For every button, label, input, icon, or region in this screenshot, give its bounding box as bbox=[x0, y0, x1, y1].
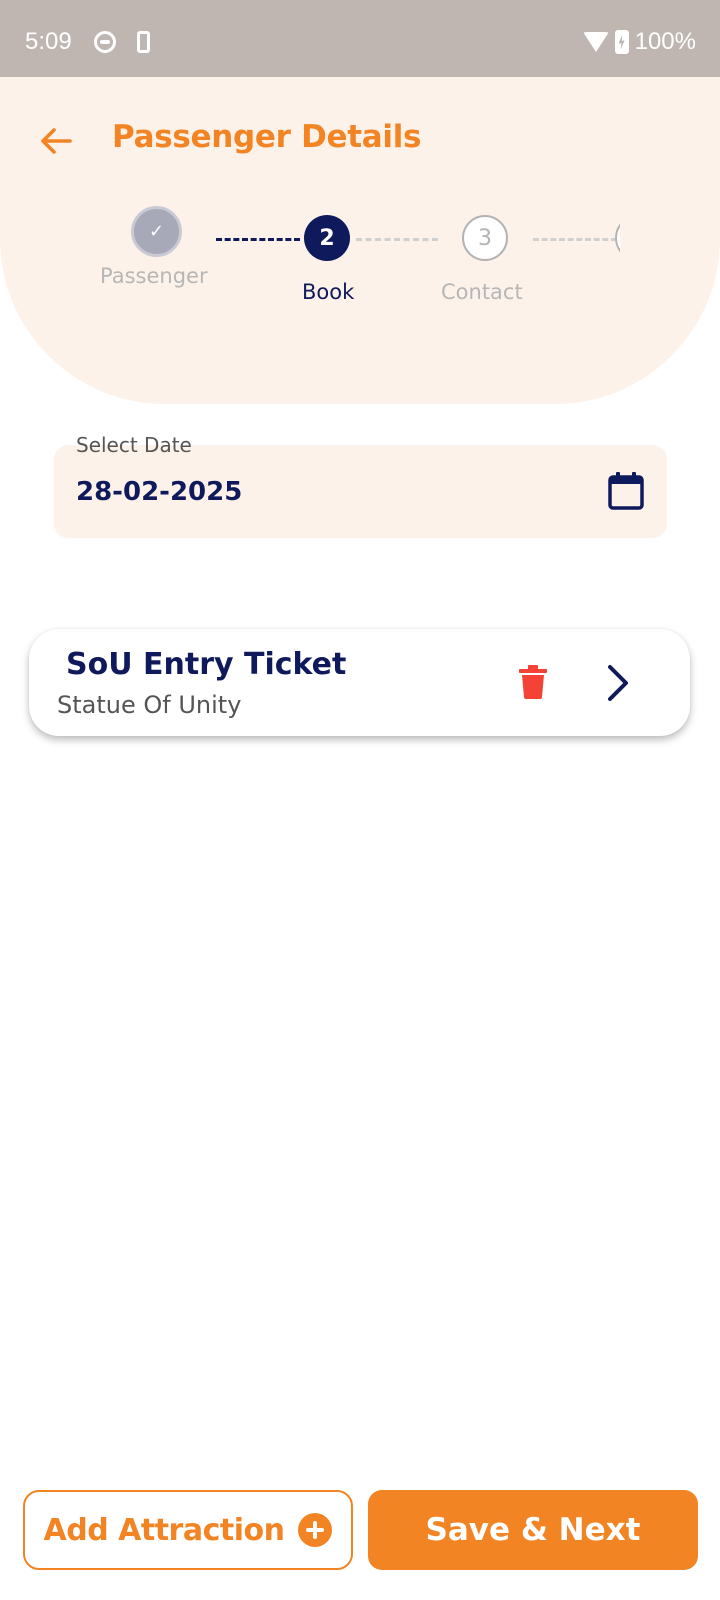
step-connector bbox=[356, 238, 438, 241]
ticket-subtitle: Statue Of Unity bbox=[57, 691, 242, 719]
step-book: 2 bbox=[304, 215, 350, 261]
battery-icon bbox=[614, 30, 629, 54]
wifi-icon bbox=[582, 32, 609, 52]
progress-stepper: ✓ 2 3 Passenger Book Contact bbox=[0, 200, 620, 310]
plus-circle-icon bbox=[298, 1513, 333, 1547]
step-passenger-check-icon: ✓ bbox=[131, 206, 182, 257]
ticket-title: SoU Entry Ticket bbox=[66, 647, 347, 682]
add-attraction-label: Add Attraction bbox=[43, 1512, 285, 1548]
save-next-button[interactable]: Save & Next bbox=[368, 1490, 698, 1570]
step-next bbox=[615, 215, 620, 261]
save-next-label: Save & Next bbox=[425, 1512, 641, 1548]
battery-saver-icon bbox=[137, 31, 150, 53]
status-bar: 5:09 100% bbox=[0, 0, 720, 77]
step-connector bbox=[216, 238, 300, 241]
step-label-book: Book bbox=[302, 280, 355, 304]
status-right: 100% bbox=[582, 28, 696, 56]
notification-icon bbox=[94, 31, 116, 53]
step-connector bbox=[533, 238, 617, 241]
date-field-label: Select Date bbox=[76, 433, 192, 457]
add-attraction-button[interactable]: Add Attraction bbox=[23, 1490, 353, 1570]
page-title: Passenger Details bbox=[112, 119, 422, 155]
step-label-contact: Contact bbox=[441, 280, 523, 304]
date-field-value[interactable]: 28-02-2025 bbox=[76, 477, 242, 507]
ticket-card[interactable]: SoU Entry Ticket Statue Of Unity bbox=[29, 629, 690, 736]
calendar-icon[interactable] bbox=[607, 471, 645, 511]
step-label-passenger: Passenger bbox=[100, 264, 208, 288]
battery-percent: 100% bbox=[634, 28, 696, 55]
arrow-left-icon[interactable] bbox=[36, 121, 76, 161]
status-time: 5:09 bbox=[25, 28, 72, 55]
trash-icon[interactable] bbox=[519, 665, 547, 699]
chevron-right-icon[interactable] bbox=[603, 663, 633, 703]
date-field[interactable]: Select Date 28-02-2025 bbox=[54, 433, 667, 538]
step-contact: 3 bbox=[462, 215, 508, 261]
